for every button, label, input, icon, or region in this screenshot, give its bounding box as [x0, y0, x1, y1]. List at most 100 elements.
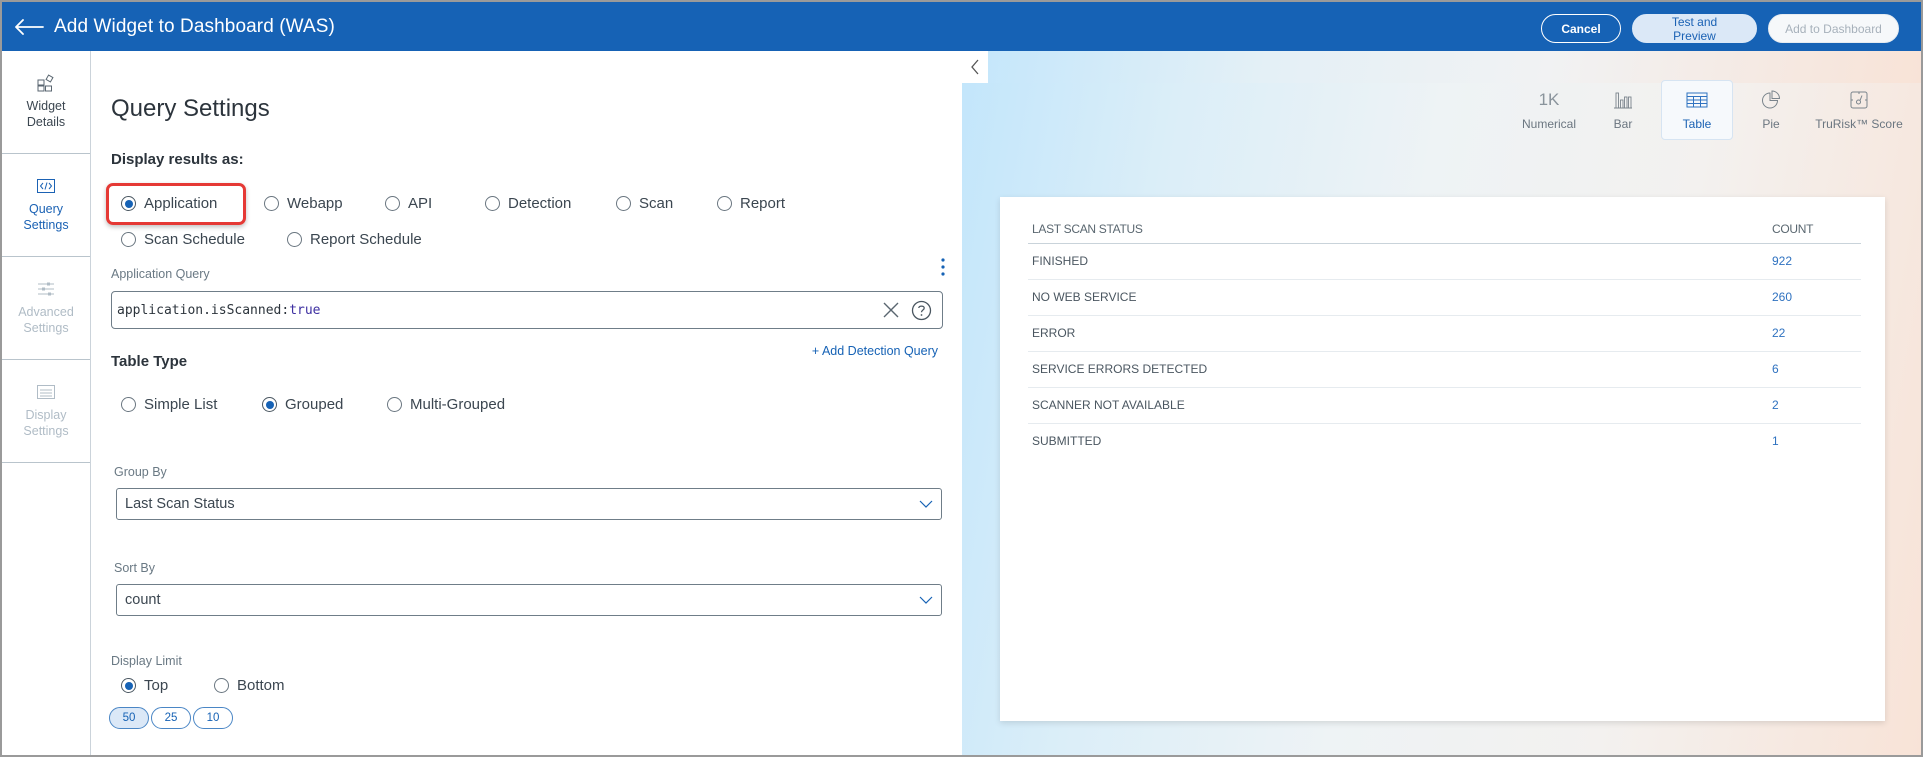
display-results-row-1: Application Webapp API Detection Scan Re…: [121, 195, 785, 212]
widget-icon: [37, 74, 54, 92]
radio-label: Bottom: [237, 677, 285, 694]
settings-sidebar: Widget Details Query Settings Advanced S…: [2, 51, 91, 755]
radio-indicator: [287, 232, 302, 247]
count-cell[interactable]: 260: [1768, 279, 1861, 316]
radio-label: Scan Schedule: [144, 231, 245, 248]
clear-icon[interactable]: [882, 301, 900, 319]
collapse-panel-button[interactable]: [962, 51, 988, 83]
sort-by-label: Sort By: [114, 561, 155, 575]
more-options-icon[interactable]: [938, 257, 948, 277]
viz-type-table[interactable]: Table: [1661, 80, 1733, 140]
radio-bottom[interactable]: Bottom: [214, 677, 285, 694]
back-button[interactable]: [12, 15, 46, 39]
limit-pill-10[interactable]: 10: [193, 707, 233, 729]
radio-label: API: [408, 195, 433, 212]
results-table: LAST SCAN STATUS COUNT FINISHED 922 NO WEB…: [1028, 215, 1861, 459]
radio-indicator: [387, 397, 402, 412]
display-limit-row: Top Bottom: [121, 677, 285, 694]
application-query-input[interactable]: application.isScanned:true: [111, 291, 943, 329]
radio-label: Report Schedule: [310, 231, 422, 248]
count-cell[interactable]: 1: [1768, 423, 1861, 459]
radio-api[interactable]: API: [385, 195, 485, 212]
sidebar-item-advanced-settings[interactable]: Advanced Settings: [2, 257, 90, 360]
viz-type-trurisk-score[interactable]: TruRisk™ Score: [1809, 80, 1909, 140]
radio-indicator: [616, 196, 631, 211]
radio-detection[interactable]: Detection: [485, 195, 616, 212]
table-header-row: LAST SCAN STATUS COUNT: [1028, 215, 1861, 244]
test-and-preview-button[interactable]: Test and Preview: [1632, 14, 1757, 43]
query-value: true: [289, 302, 321, 318]
header-bar: Add Widget to Dashboard (WAS) Cancel Tes…: [2, 2, 1921, 51]
query-text: application.isScanned:true: [117, 303, 321, 318]
radio-simple-list[interactable]: Simple List: [121, 396, 262, 413]
sort-by-select[interactable]: count: [116, 584, 942, 616]
help-icon[interactable]: [911, 300, 932, 321]
display-results-row-2: Scan Schedule Report Schedule: [121, 231, 422, 248]
radio-label: Detection: [508, 195, 572, 212]
viz-type-label: Numerical: [1521, 117, 1576, 131]
visualization-type-selector: 1K Numerical Bar Table Pie TruRisk™ Scor…: [1513, 80, 1909, 140]
radio-application[interactable]: Application: [121, 195, 264, 212]
radio-indicator: [121, 232, 136, 247]
code-icon: [37, 179, 55, 193]
add-to-dashboard-button[interactable]: Add to Dashboard: [1768, 14, 1899, 43]
sort-by-value: count: [125, 592, 161, 608]
viz-type-label: TruRisk™ Score: [1815, 117, 1903, 131]
display-limit-label: Display Limit: [111, 654, 182, 668]
radio-indicator: [262, 397, 277, 412]
status-cell: ERROR: [1028, 315, 1768, 352]
column-header-status[interactable]: LAST SCAN STATUS: [1028, 215, 1768, 244]
radio-grouped[interactable]: Grouped: [262, 396, 387, 413]
radio-top[interactable]: Top: [121, 677, 214, 694]
viz-type-bar[interactable]: Bar: [1587, 80, 1659, 140]
chevron-left-icon: [971, 59, 979, 75]
count-cell[interactable]: 6: [1768, 351, 1861, 388]
group-by-select[interactable]: Last Scan Status: [116, 488, 942, 520]
viz-type-label: Table: [1682, 117, 1712, 131]
chevron-down-icon: [919, 596, 933, 604]
radio-label: Multi-Grouped: [410, 396, 506, 413]
sliders-icon: [38, 282, 54, 296]
display-results-label: Display results as:: [111, 151, 244, 168]
viz-type-label: Bar: [1613, 117, 1633, 131]
radio-webapp[interactable]: Webapp: [264, 195, 385, 212]
radio-label: Scan: [639, 195, 674, 212]
radio-multi-grouped[interactable]: Multi-Grouped: [387, 396, 505, 413]
radio-scan-schedule[interactable]: Scan Schedule: [121, 231, 287, 248]
pie-chart-icon: [1762, 90, 1781, 109]
sidebar-item-query-settings[interactable]: Query Settings: [2, 154, 90, 257]
table-row: FINISHED 922: [1028, 243, 1861, 280]
viz-type-pie[interactable]: Pie: [1735, 80, 1807, 140]
limit-pill-50[interactable]: 50: [109, 707, 149, 729]
radio-indicator: [385, 196, 400, 211]
radio-scan[interactable]: Scan: [616, 195, 717, 212]
limit-pill-25[interactable]: 25: [151, 707, 191, 729]
radio-label: Grouped: [285, 396, 344, 413]
viz-type-numerical[interactable]: 1K Numerical: [1513, 80, 1585, 140]
group-by-value: Last Scan Status: [125, 496, 235, 512]
column-header-count[interactable]: COUNT: [1768, 215, 1861, 244]
radio-report-schedule[interactable]: Report Schedule: [287, 231, 422, 248]
radio-label: Simple List: [144, 396, 218, 413]
status-cell: FINISHED: [1028, 243, 1768, 280]
radio-label: Webapp: [287, 195, 343, 212]
radio-indicator: [485, 196, 500, 211]
add-detection-query-link[interactable]: + Add Detection Query: [812, 344, 938, 358]
status-cell: SCANNER NOT AVAILABLE: [1028, 387, 1768, 424]
table-row: SUBMITTED 1: [1028, 423, 1861, 459]
table-row: ERROR 22: [1028, 315, 1861, 352]
gauge-icon: [1850, 91, 1868, 109]
status-cell: SUBMITTED: [1032, 434, 1102, 449]
cancel-button[interactable]: Cancel: [1541, 14, 1621, 43]
radio-report[interactable]: Report: [717, 195, 785, 212]
count-cell[interactable]: 922: [1768, 243, 1861, 280]
count-cell[interactable]: 2: [1768, 387, 1861, 424]
sidebar-item-display-settings[interactable]: Display Settings: [2, 360, 90, 463]
sidebar-item-widget-details[interactable]: Widget Details: [2, 51, 90, 154]
numerical-icon: 1K: [1538, 90, 1560, 109]
status-cell: NO WEB SERVICE: [1028, 279, 1768, 316]
table-row: NO WEB SERVICE 260: [1028, 279, 1861, 316]
table-icon: [1686, 92, 1708, 108]
preview-table-card: LAST SCAN STATUS COUNT FINISHED 922 NO WEB…: [1000, 197, 1885, 721]
count-cell[interactable]: 22: [1768, 315, 1861, 352]
